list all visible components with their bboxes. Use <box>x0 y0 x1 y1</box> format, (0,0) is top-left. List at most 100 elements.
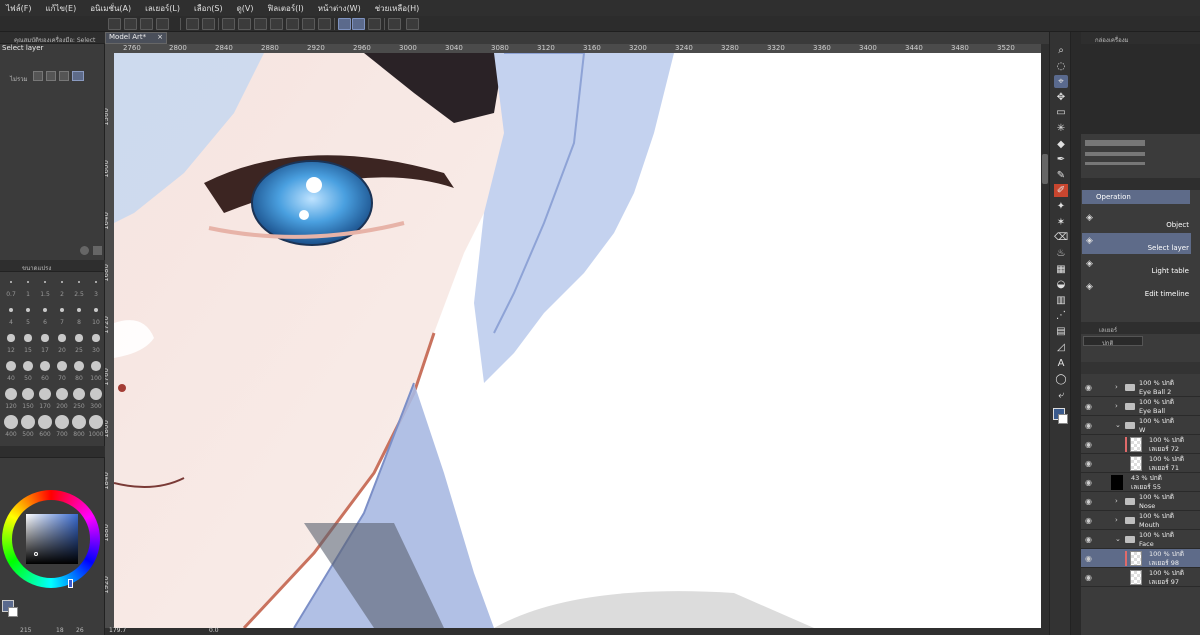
brush-size-preset[interactable]: 0.7 <box>3 274 19 298</box>
visibility-eye-icon[interactable]: ◉ <box>1085 554 1092 563</box>
visibility-eye-icon[interactable]: ◉ <box>1085 535 1092 544</box>
brush-size-preset[interactable]: 500 <box>20 414 36 438</box>
chevron-right-icon[interactable]: › <box>1115 402 1118 410</box>
layer-row[interactable]: ◉ ⌄ 100 % ปกติ Face <box>1081 530 1200 549</box>
stroke-sample-1[interactable] <box>1085 140 1145 146</box>
snap-special-ruler-icon[interactable] <box>352 18 365 30</box>
visibility-eye-icon[interactable]: ◉ <box>1085 402 1092 411</box>
layer-row[interactable]: ◉ 100 % ปกติ เลเยอร์ 72 <box>1081 435 1200 454</box>
brush-size-preset[interactable]: 1000 <box>88 414 104 438</box>
mode-ruler-icon[interactable] <box>59 71 69 81</box>
visibility-eye-icon[interactable]: ◉ <box>1085 478 1092 487</box>
brush-size-preset[interactable]: 2.5 <box>71 274 87 298</box>
menu-view[interactable]: ดู(V) <box>237 2 254 15</box>
balloon-icon[interactable]: ◯ <box>1054 373 1068 386</box>
stroke-sample-2[interactable] <box>1085 152 1145 156</box>
menu-window[interactable]: หน้าต่าง(W) <box>318 2 361 15</box>
visibility-eye-icon[interactable]: ◉ <box>1085 440 1092 449</box>
help-icon[interactable] <box>406 18 419 30</box>
fill-icon[interactable] <box>254 18 267 30</box>
undo-icon[interactable] <box>186 18 199 30</box>
layer-row[interactable]: ◉ 100 % ปกติ เลเยอร์ 71 <box>1081 454 1200 473</box>
tool-sub-color-swatch[interactable] <box>1058 414 1068 424</box>
visibility-eye-icon[interactable]: ◉ <box>1085 497 1092 506</box>
brush-size-preset[interactable]: 15 <box>20 330 36 354</box>
canvas-scrollbar[interactable] <box>1041 44 1049 628</box>
mode-select-icon[interactable] <box>33 71 43 81</box>
frame-icon[interactable]: ▤ <box>1054 325 1068 338</box>
subtool-light-table[interactable]: ◈ Light table <box>1082 256 1191 277</box>
layer-row[interactable]: ◉ 100 % ปกติ เลเยอร์ 97 <box>1081 568 1200 587</box>
subtool-object[interactable]: ◈ Object <box>1082 210 1191 231</box>
snap-grid-icon[interactable] <box>368 18 381 30</box>
angle-value[interactable]: 0.0 <box>209 627 219 634</box>
scrollbar-thumb[interactable] <box>1042 154 1048 184</box>
gradient-icon[interactable]: ▥ <box>1054 294 1068 307</box>
brush-size-preset[interactable]: 3 <box>88 274 104 298</box>
panel-menu-icon[interactable] <box>93 246 102 255</box>
layer-row[interactable]: ◉ 100 % ปกติ เลเยอร์ 98 <box>1081 549 1200 568</box>
ruler-icon[interactable]: ◿ <box>1054 341 1068 354</box>
menu-edit[interactable]: แก้ไข(E) <box>45 2 76 15</box>
blend-icon[interactable]: ♨ <box>1054 247 1068 260</box>
brush-size-preset[interactable]: 20 <box>54 330 70 354</box>
layer-row[interactable]: ◉ › 100 % ปกติ Nose <box>1081 492 1200 511</box>
subtool-select-layer[interactable]: ◈ Select layer <box>1082 233 1191 254</box>
visibility-eye-icon[interactable]: ◉ <box>1085 421 1092 430</box>
brush-size-preset[interactable]: 100 <box>88 358 104 382</box>
brush-size-preset[interactable]: 12 <box>3 330 19 354</box>
layer-row[interactable]: ◉ › 100 % ปกติ Mouth <box>1081 511 1200 530</box>
invert-selection-icon[interactable] <box>302 18 315 30</box>
brush-size-preset[interactable]: 150 <box>20 386 36 410</box>
text-icon[interactable]: A <box>1054 357 1068 370</box>
menu-select[interactable]: เลือก(S) <box>194 2 223 15</box>
brush-size-preset[interactable]: 600 <box>37 414 53 438</box>
brush-size-preset[interactable]: 200 <box>54 386 70 410</box>
mode-text-icon[interactable] <box>46 71 56 81</box>
zoom-icon[interactable]: ⌕ <box>1054 44 1068 57</box>
blend-mode-select[interactable]: ปกติ <box>1083 336 1143 347</box>
color-picker-cursor[interactable] <box>34 552 38 556</box>
menu-layer[interactable]: เลเยอร์(L) <box>145 2 180 15</box>
redo-icon[interactable] <box>202 18 215 30</box>
brush-size-preset[interactable]: 25 <box>71 330 87 354</box>
new-file-icon[interactable] <box>108 18 121 30</box>
eraser2-icon[interactable]: ⌫ <box>1054 231 1068 244</box>
saturation-value-square[interactable] <box>26 514 78 564</box>
magic-wand-icon[interactable]: ✳ <box>1054 122 1068 135</box>
brush-size-preset[interactable]: 700 <box>54 414 70 438</box>
brush-size-preset[interactable]: 30 <box>88 330 104 354</box>
selection-icon[interactable]: ▭ <box>1054 106 1068 119</box>
snap-ruler-icon[interactable] <box>338 18 351 30</box>
visibility-eye-icon[interactable]: ◉ <box>1085 383 1092 392</box>
transform-icon[interactable] <box>238 18 251 30</box>
layer-row[interactable]: ◉ ⌄ 100 % ปกติ W <box>1081 416 1200 435</box>
brush-size-preset[interactable]: 300 <box>88 386 104 410</box>
brush-size-preset[interactable]: 6 <box>37 302 53 326</box>
chevron-right-icon[interactable]: › <box>1115 383 1118 391</box>
brush-size-preset[interactable]: 80 <box>71 358 87 382</box>
subtool-timeline[interactable]: ◈ Edit timeline <box>1082 279 1191 300</box>
brush-size-preset[interactable]: 70 <box>54 358 70 382</box>
save-icon[interactable] <box>156 18 169 30</box>
sub-color-swatch[interactable] <box>8 607 18 617</box>
deselect-icon[interactable] <box>286 18 299 30</box>
brush-size-preset[interactable]: 10 <box>88 302 104 326</box>
menu-file[interactable]: ไฟล์(F) <box>6 2 31 15</box>
brush-size-preset[interactable]: 5 <box>20 302 36 326</box>
brush-size-preset[interactable]: 8 <box>71 302 87 326</box>
menu-animation[interactable]: อนิเมชั่น(A) <box>90 2 131 15</box>
operation-group-tab[interactable]: Operation <box>1082 190 1190 204</box>
zoom-value[interactable]: 179.7 <box>109 627 126 634</box>
figure-icon[interactable]: ⋰ <box>1054 309 1068 322</box>
brush-size-preset[interactable]: 1 <box>20 274 36 298</box>
settings-icon[interactable] <box>388 18 401 30</box>
brush-size-preset[interactable]: 1.5 <box>37 274 53 298</box>
airbrush-icon[interactable]: ✦ <box>1054 200 1068 213</box>
menu-filter[interactable]: ฟิลเตอร์(I) <box>268 2 304 15</box>
brush-size-preset[interactable]: 400 <box>3 414 19 438</box>
clear-icon[interactable] <box>222 18 235 30</box>
reset-icon[interactable] <box>80 246 89 255</box>
pencil-icon[interactable]: ✎ <box>1054 169 1068 182</box>
brush-size-preset[interactable]: 2 <box>54 274 70 298</box>
